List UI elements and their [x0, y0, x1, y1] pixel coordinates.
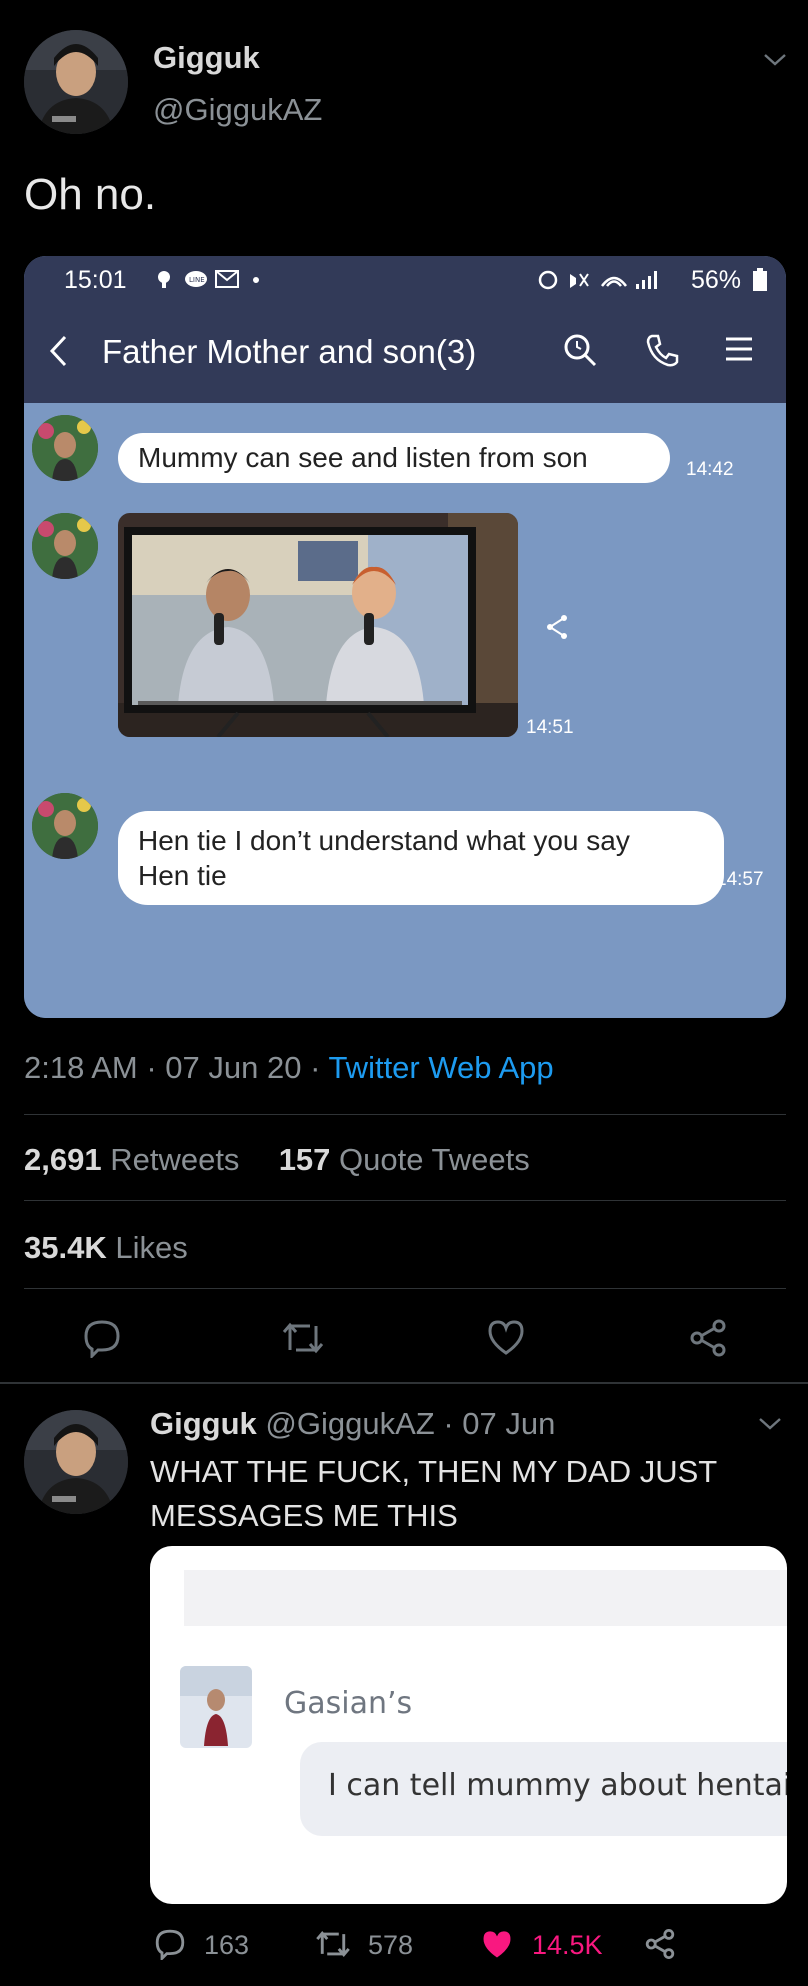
back-arrow-icon[interactable] — [48, 334, 68, 368]
battery-percent: 56% — [691, 266, 742, 294]
retweet-quote-stats: 2,691 Retweets 157 Quote Tweets — [24, 1142, 530, 1178]
sender-avatar — [180, 1666, 252, 1748]
reply-text: WHAT THE FUCK, THEN MY DAD JUST MESSAGES… — [150, 1450, 717, 1538]
likes-label[interactable]: Likes — [115, 1230, 187, 1265]
mother-avatar — [32, 415, 98, 481]
reply-meta[interactable]: @GiggukAZ · 07 Jun — [265, 1406, 555, 1441]
menu-icon[interactable] — [724, 334, 754, 364]
divider — [24, 1114, 786, 1115]
reply-header: Gigguk @GiggukAZ · 07 Jun — [150, 1406, 555, 1442]
like-icon[interactable] — [486, 1318, 526, 1356]
reply-icon[interactable] — [82, 1318, 122, 1358]
reply-author-name[interactable]: Gigguk — [150, 1406, 257, 1441]
author-avatar[interactable] — [24, 30, 128, 134]
likes-stats: 35.4K Likes — [24, 1230, 188, 1266]
search-icon[interactable] — [562, 332, 598, 368]
author-handle[interactable]: @GiggukAZ — [153, 92, 322, 128]
message-text: Mummy can see and listen from son — [138, 442, 588, 473]
embed-header-bar — [184, 1570, 787, 1626]
author-name[interactable]: Gigguk — [153, 40, 260, 76]
chat-header: Father Mother and son(3) — [24, 300, 786, 403]
embed-message-bubble: I can tell mummy about hentai n — [300, 1742, 787, 1836]
svg-text:LINE: LINE — [189, 276, 205, 284]
like-icon-filled[interactable] — [480, 1928, 514, 1960]
message-time: 14:51 — [526, 717, 574, 738]
tweet-timestamp: 2:18 AM · 07 Jun 20 · Twitter Web App — [24, 1050, 554, 1086]
message-text-line2: Hen tie — [138, 860, 227, 891]
share-icon[interactable] — [688, 1318, 728, 1358]
reply-text-line2: MESSAGES ME THIS — [150, 1498, 458, 1533]
mother-avatar — [32, 513, 98, 579]
status-time: 15:01 — [64, 266, 127, 294]
like-count[interactable]: 14.5K — [532, 1930, 603, 1961]
quote-tweets-label[interactable]: Quote Tweets — [339, 1142, 530, 1177]
mother-avatar — [32, 793, 98, 859]
notification-icons: LINE — [158, 270, 259, 288]
embed-sender-name: Gasian’s — [284, 1686, 413, 1721]
share-icon[interactable] — [644, 1928, 676, 1960]
retweet-count[interactable]: 578 — [368, 1930, 413, 1961]
share-icon[interactable] — [544, 613, 570, 641]
phone-status-bar: 15:01 LINE 56% — [24, 256, 786, 300]
message-time: 14:42 — [686, 459, 734, 480]
retweets-count[interactable]: 2,691 — [24, 1142, 102, 1177]
retweets-label[interactable]: Retweets — [110, 1142, 239, 1177]
quote-tweets-count[interactable]: 157 — [279, 1142, 331, 1177]
reply-author-avatar[interactable] — [24, 1410, 128, 1514]
likes-count[interactable]: 35.4K — [24, 1230, 107, 1265]
tv-photo[interactable] — [118, 513, 518, 737]
reply-count[interactable]: 163 — [204, 1930, 249, 1961]
message-text-line1: Hen tie I don’t understand what you say — [138, 825, 630, 856]
reply-icon[interactable] — [154, 1928, 186, 1960]
chevron-down-icon[interactable] — [763, 52, 787, 68]
reply-actions: 163 578 14.5K — [150, 1926, 790, 1966]
tweet-source-link[interactable]: Twitter Web App — [328, 1050, 553, 1085]
embed-message-text: I can tell mummy about hentai n — [328, 1768, 787, 1803]
chat-body: Mummy can see and listen from son 14:42 — [24, 403, 786, 1018]
chevron-down-icon[interactable] — [758, 1416, 782, 1432]
divider — [24, 1288, 786, 1289]
retweet-icon[interactable] — [314, 1928, 352, 1960]
retweet-icon[interactable] — [280, 1320, 326, 1356]
timestamp-text: 2:18 AM · 07 Jun 20 · — [24, 1050, 329, 1085]
reply-text-line1: WHAT THE FUCK, THEN MY DAD JUST — [150, 1454, 718, 1489]
tweet-image[interactable]: 15:01 LINE 56% Father Mother and son(3) — [24, 256, 786, 1018]
message-bubble: Hen tie I don’t understand what you say … — [118, 811, 724, 905]
tweet-text: Oh no. — [24, 170, 157, 219]
battery-icon — [753, 268, 767, 291]
reply-image[interactable]: Gasian’s I can tell mummy about hentai n — [150, 1546, 787, 1904]
message-bubble: Mummy can see and listen from son — [118, 433, 670, 483]
message-time: 14:57 — [716, 869, 764, 890]
phone-call-icon[interactable] — [644, 332, 680, 368]
chat-title: Father Mother and son(3) — [102, 333, 477, 370]
divider — [0, 1382, 808, 1384]
system-icons — [538, 270, 657, 290]
divider — [24, 1200, 786, 1201]
